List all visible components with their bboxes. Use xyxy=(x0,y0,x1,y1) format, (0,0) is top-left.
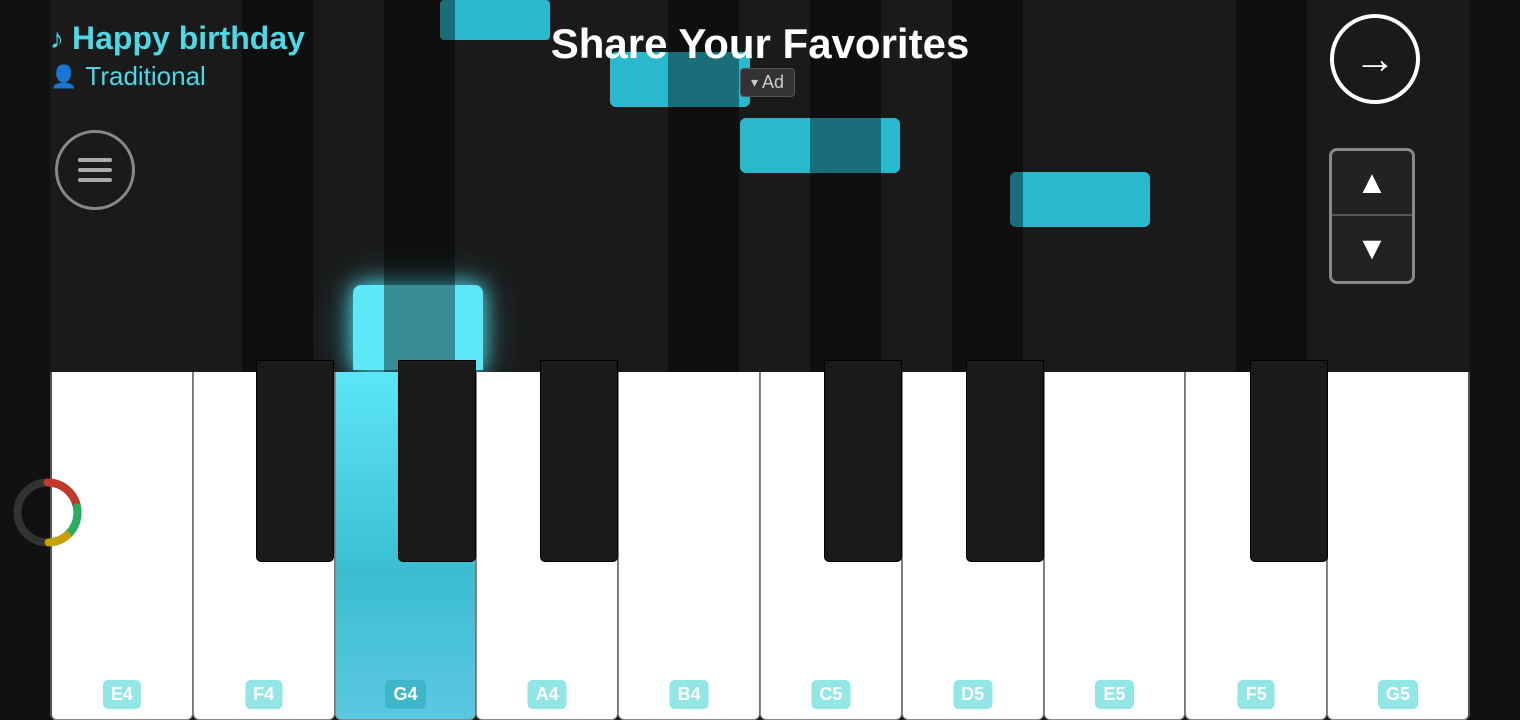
chevron-down-icon: ▼ xyxy=(1356,230,1388,267)
song-title-text: Happy birthday xyxy=(72,20,305,57)
ad-badge: ▾ Ad xyxy=(740,68,795,97)
piano-key-gs4[interactable] xyxy=(398,360,476,562)
chevron-down-small-icon: ▾ xyxy=(751,74,758,91)
side-panel-left xyxy=(0,0,50,720)
song-artist: 👤 Traditional xyxy=(50,61,305,92)
piano-key-as4[interactable] xyxy=(540,360,618,562)
piano-key-ds5[interactable] xyxy=(966,360,1044,562)
music-note-icon: ♪ xyxy=(50,23,64,55)
side-panel-right xyxy=(1470,0,1520,720)
chevron-up-icon: ▲ xyxy=(1356,164,1388,201)
share-banner-text: Share Your Favorites xyxy=(551,20,970,67)
note-block-3 xyxy=(1010,172,1150,227)
ad-label: Ad xyxy=(762,72,784,93)
song-artist-text: Traditional xyxy=(85,61,205,92)
progress-donut xyxy=(10,475,85,550)
scroll-controls: ▲ ▼ xyxy=(1329,148,1415,284)
piano-wrapper: E4 F4 G4 A4 B4 C5 xyxy=(50,360,1470,720)
piano-key-fs4[interactable] xyxy=(256,360,334,562)
share-banner: Share Your Favorites xyxy=(551,20,970,68)
person-icon: 👤 xyxy=(50,64,77,90)
note-block-top-dropdown xyxy=(440,0,550,40)
next-button[interactable]: → xyxy=(1330,14,1420,104)
piano-key-cs5[interactable] xyxy=(824,360,902,562)
app: ♪ Happy birthday 👤 Traditional Share You… xyxy=(0,0,1520,720)
hamburger-icon xyxy=(78,158,112,182)
scroll-up-button[interactable]: ▲ xyxy=(1332,151,1412,216)
arrow-right-icon: → xyxy=(1354,35,1396,83)
black-keys-row xyxy=(50,360,1470,720)
scroll-down-button[interactable]: ▼ xyxy=(1332,216,1412,281)
piano-key-fs5[interactable] xyxy=(1250,360,1328,562)
song-info: ♪ Happy birthday 👤 Traditional xyxy=(50,20,305,92)
song-title: ♪ Happy birthday xyxy=(50,20,305,57)
menu-button[interactable] xyxy=(55,130,135,210)
